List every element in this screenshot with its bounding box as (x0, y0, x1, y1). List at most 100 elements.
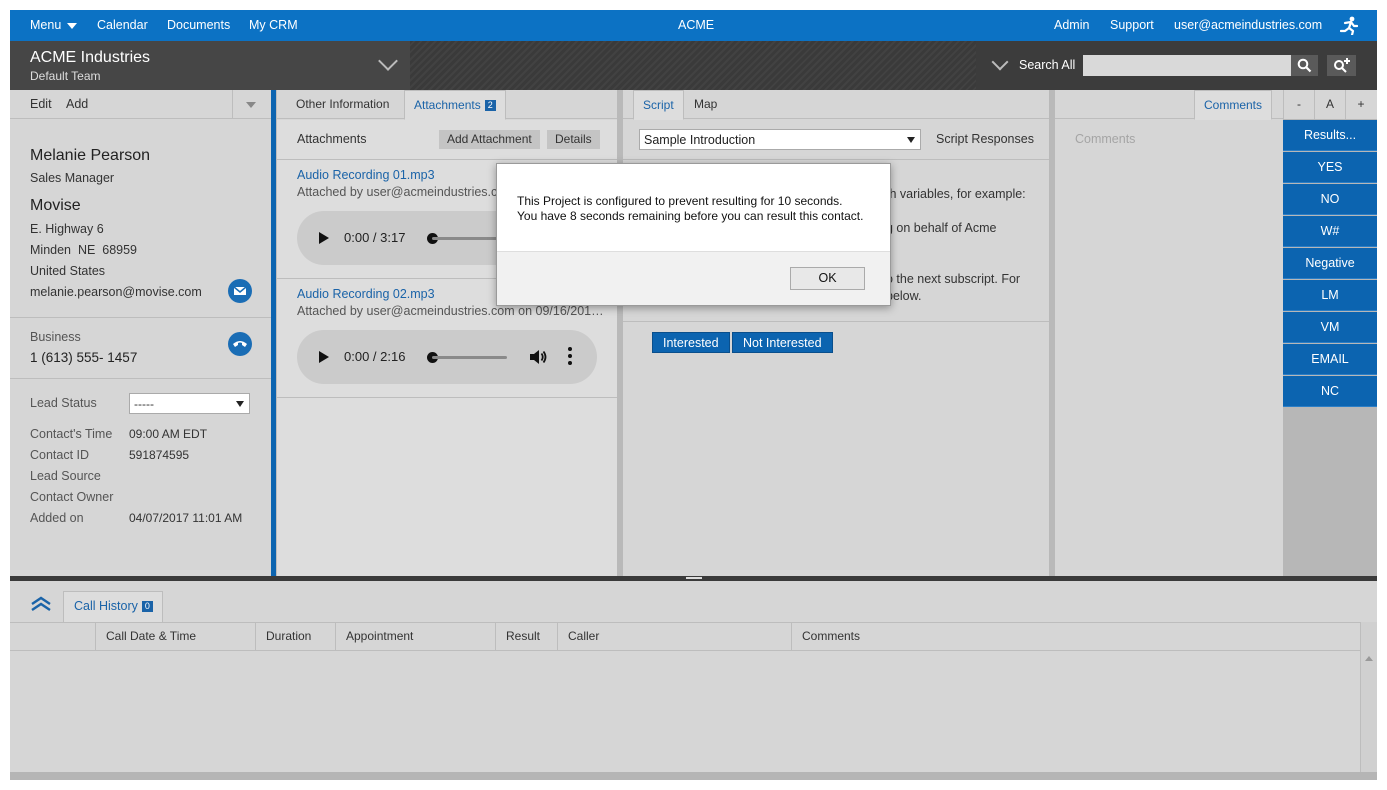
col-caller[interactable]: Caller (557, 623, 791, 650)
seek-bar[interactable] (432, 356, 507, 359)
contact-owner-label: Contact Owner (30, 490, 114, 504)
tab-attachments[interactable]: Attachments 2 (404, 90, 506, 120)
tab-map[interactable]: Map (685, 90, 726, 119)
tab-call-history[interactable]: Call History 0 (63, 591, 163, 623)
result-wrong-number-button[interactable]: W# (1283, 216, 1377, 247)
scroll-up-icon[interactable] (1365, 656, 1373, 661)
comments-input[interactable]: Comments (1075, 132, 1135, 146)
decrease-font-button[interactable]: - (1283, 90, 1314, 119)
call-history-label: Call History (74, 599, 138, 613)
team-name: Default Team (30, 69, 101, 83)
attachment-meta: Attached by user@acmeindustries.com on 0… (297, 304, 604, 318)
script-responses-link[interactable]: Script Responses (936, 132, 1034, 146)
tab-call-history-label: Call History 0 (74, 599, 153, 613)
tab-other-information[interactable]: Other Information (287, 90, 398, 119)
phone-number: 1 (613) 555- 1457 (30, 350, 138, 365)
more-options-icon[interactable] (568, 347, 572, 368)
resize-grip[interactable] (686, 577, 702, 579)
search-button[interactable] (1291, 55, 1318, 76)
result-negative-button[interactable]: Negative (1283, 248, 1377, 279)
attachment-name[interactable]: Audio Recording 02.mp3 (297, 287, 435, 301)
call-history-section: Call History 0 Call Date & Time Duration … (10, 576, 1377, 780)
results-column: - A + Results... YES NO W# Negative LM V… (1283, 90, 1377, 576)
nav-calendar[interactable]: Calendar (97, 10, 148, 41)
lead-status-select[interactable]: ----- (129, 393, 250, 414)
contact-email[interactable]: melanie.pearson@movise.com (30, 285, 202, 299)
details-button[interactable]: Details (547, 130, 600, 149)
call-history-table-header: Call Date & Time Duration Appointment Re… (10, 622, 1360, 651)
added-on-value: 04/07/2017 11:01 AM (129, 511, 243, 525)
not-interested-button[interactable]: Not Interested (732, 332, 833, 353)
nav-admin[interactable]: Admin (1054, 10, 1089, 41)
play-icon[interactable] (319, 351, 329, 363)
volume-icon[interactable] (528, 347, 548, 367)
user-email-link[interactable]: user@acmeindustries.com (1174, 10, 1322, 41)
search-icon (1297, 58, 1312, 73)
result-no-button[interactable]: NO (1283, 184, 1377, 215)
col-call-date[interactable]: Call Date & Time (95, 623, 255, 650)
chevron-down-icon[interactable] (378, 51, 398, 71)
tab-script[interactable]: Script (633, 90, 684, 120)
added-on-label: Added on (30, 511, 84, 525)
dialog-message-line2: You have 8 seconds remaining before you … (517, 209, 864, 223)
divider (623, 159, 1049, 160)
divider (10, 317, 271, 318)
audio-time: 0:00 / 2:16 (344, 349, 406, 364)
add-attachment-button[interactable]: Add Attachment (439, 130, 540, 149)
horizontal-scrollbar[interactable] (10, 772, 1377, 780)
script-select[interactable]: Sample Introduction (639, 129, 921, 150)
result-lm-button[interactable]: LM (1283, 280, 1377, 311)
attachment-name[interactable]: Audio Recording 01.mp3 (297, 168, 435, 182)
nav-my-crm[interactable]: My CRM (249, 10, 298, 41)
col-result[interactable]: Result (495, 623, 557, 650)
play-icon[interactable] (319, 232, 329, 244)
result-email-button[interactable]: EMAIL (1283, 344, 1377, 375)
edit-button[interactable]: Edit (30, 97, 52, 111)
divider (623, 321, 1049, 322)
dialog-message-line1: This Project is configured to prevent re… (517, 194, 843, 208)
result-vm-button[interactable]: VM (1283, 312, 1377, 343)
caret-down-icon (907, 137, 915, 143)
results-menu-button[interactable]: Results... (1283, 120, 1377, 151)
script-text-line: o the next subscript. For (886, 272, 1021, 286)
contact-id-value: 591874595 (129, 448, 190, 462)
envelope-icon (233, 286, 247, 295)
company-name: ACME Industries (30, 49, 151, 66)
script-panel-header: Script Map (623, 90, 1049, 120)
chevron-down-icon[interactable] (991, 53, 1009, 71)
attachments-panel-header: Other Information Attachments 2 (277, 90, 617, 120)
font-size-controls: - A + (1283, 90, 1377, 119)
col-appointment[interactable]: Appointment (335, 623, 495, 650)
email-button[interactable] (228, 279, 252, 303)
font-button[interactable]: A (1314, 90, 1345, 119)
ok-button[interactable]: OK (790, 267, 865, 290)
tab-comments[interactable]: Comments (1194, 90, 1273, 120)
attachments-count-badge: 2 (484, 100, 496, 111)
nav-documents[interactable]: Documents (167, 10, 230, 41)
company-block: ACME Industries Default Team (10, 41, 410, 90)
advanced-search-button[interactable] (1327, 55, 1356, 76)
add-button[interactable]: Add (66, 97, 88, 111)
col-comments[interactable]: Comments (791, 623, 1360, 650)
lead-status-value: ----- (134, 397, 154, 411)
interested-button[interactable]: Interested (652, 332, 730, 353)
search-input[interactable] (1083, 55, 1291, 76)
result-nc-button[interactable]: NC (1283, 376, 1377, 407)
call-button[interactable] (228, 332, 252, 356)
caret-down-icon[interactable] (246, 102, 256, 108)
divider (277, 159, 617, 160)
menu-button[interactable]: Menu (30, 10, 78, 41)
result-yes-button[interactable]: YES (1283, 152, 1377, 183)
top-nav: Menu Calendar Documents My CRM ACME Admi… (10, 10, 1377, 41)
vertical-scrollbar[interactable] (1360, 622, 1377, 780)
menu-label: Menu (30, 18, 62, 32)
col-duration[interactable]: Duration (255, 623, 336, 650)
caret-down-icon (67, 22, 78, 29)
call-history-count-badge: 0 (141, 601, 153, 612)
running-man-icon[interactable] (1340, 16, 1358, 35)
contact-company: Movise (30, 197, 81, 214)
increase-font-button[interactable]: + (1345, 90, 1376, 119)
double-chevron-up-icon[interactable] (30, 596, 52, 612)
nav-support[interactable]: Support (1110, 10, 1154, 41)
comments-panel: Comments Comments (1055, 90, 1283, 576)
